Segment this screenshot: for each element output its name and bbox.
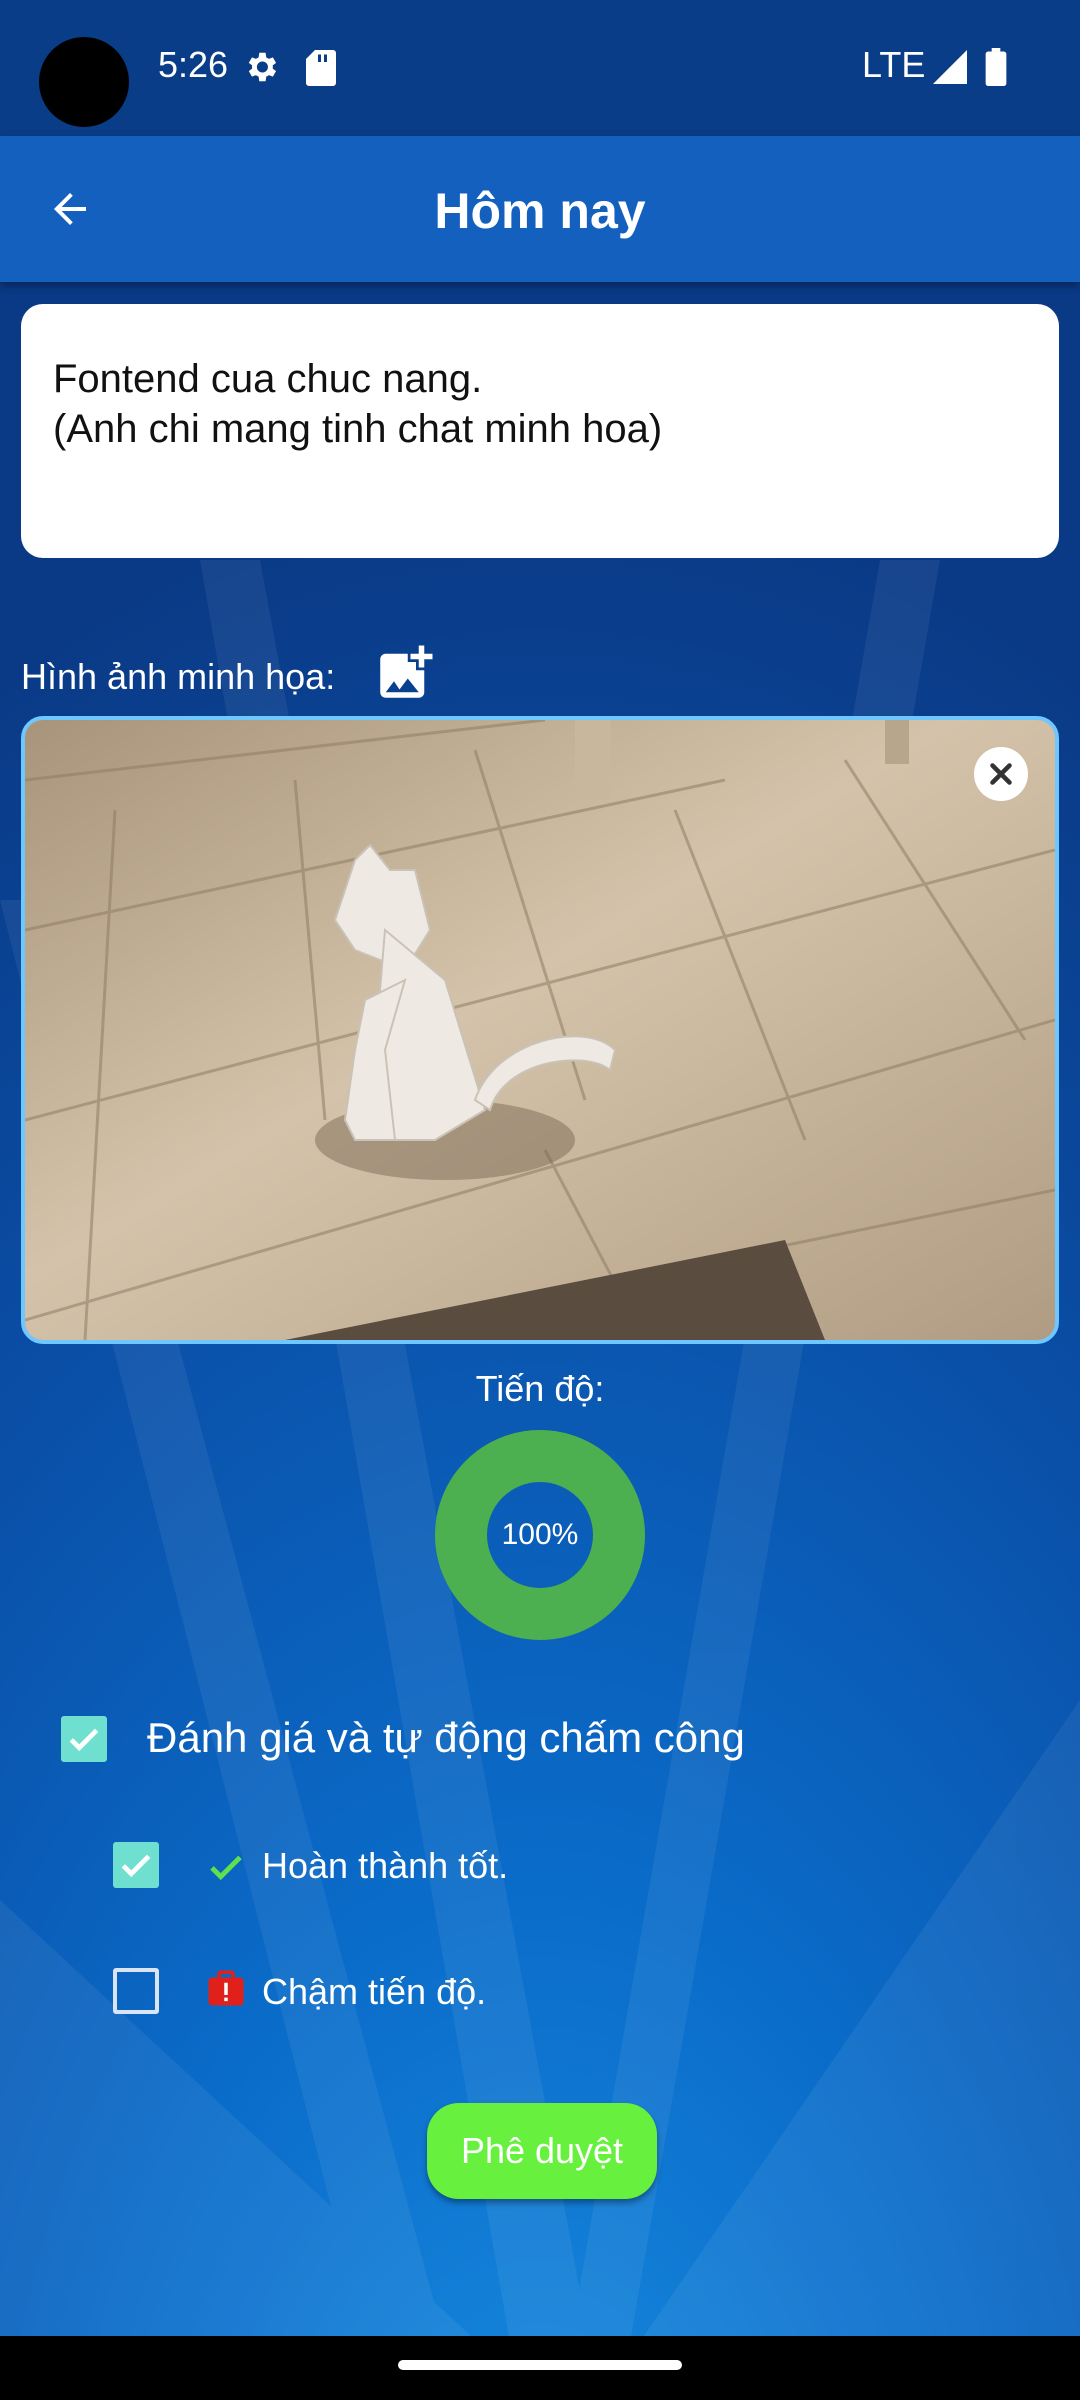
close-icon: [990, 763, 1012, 785]
behind-schedule-label: Chậm tiến độ.: [262, 1971, 487, 2012]
sd-card-icon: [306, 50, 336, 91]
settings-gear-icon: [242, 48, 280, 91]
note-line: (Anh chi mang tinh chat minh hoa): [53, 407, 663, 451]
behind-schedule-checkbox[interactable]: [113, 1968, 159, 2014]
note-text-field[interactable]: Fontend cua chuc nang. (Anh chi mang tin…: [21, 304, 1059, 558]
camera-cutout: [39, 37, 129, 127]
completed-well-checkbox[interactable]: [113, 1842, 159, 1888]
status-time: 5:26: [158, 44, 229, 85]
battery-icon: [985, 48, 1007, 91]
approve-button[interactable]: Phê duyệt: [427, 2103, 657, 2199]
checkmark-icon: [69, 1728, 99, 1752]
note-line: Fontend cua chuc nang.: [53, 357, 483, 401]
alert-briefcase-icon: [205, 1966, 247, 2015]
add-photo-icon: [380, 645, 433, 698]
checkmark-icon: [121, 1854, 151, 1878]
network-type-label: LTE: [862, 44, 926, 85]
page-title: Hôm nay: [434, 183, 646, 239]
auto-evaluation-label: Đánh giá và tự động chấm công: [147, 1714, 745, 1761]
progress-label: Tiến độ:: [475, 1368, 605, 1409]
progress-value: 100%: [501, 1518, 579, 1551]
completed-well-label: Hoàn thành tốt.: [262, 1845, 509, 1886]
remove-image-button[interactable]: [974, 747, 1028, 801]
signal-icon: [932, 50, 968, 89]
status-bar: 5:26 LTE: [0, 0, 1080, 136]
home-gesture-handle[interactable]: [398, 2360, 682, 2370]
app-bar: Hôm nay: [0, 136, 1080, 282]
auto-evaluation-checkbox[interactable]: [61, 1716, 107, 1762]
add-photo-button[interactable]: [372, 640, 438, 711]
illustration-image: [21, 716, 1059, 1344]
check-icon: [205, 1846, 247, 1893]
image-section-label: Hình ảnh minh họa:: [21, 656, 336, 697]
